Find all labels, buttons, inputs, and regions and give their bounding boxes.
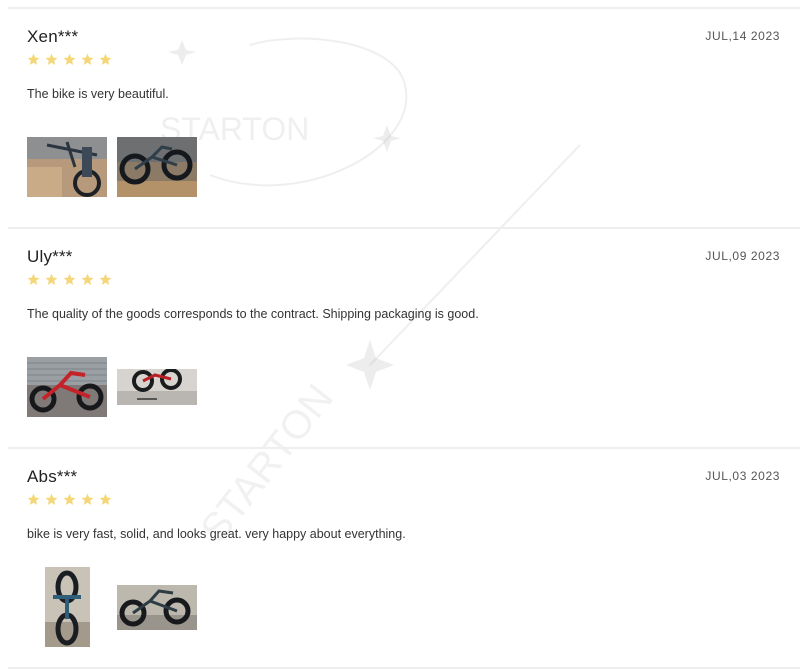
review-photo[interactable] xyxy=(27,137,107,197)
review-date: JUL,03 2023 xyxy=(705,469,780,483)
review-date: JUL,14 2023 xyxy=(705,29,780,43)
review-photos xyxy=(27,449,327,669)
review-photo[interactable] xyxy=(117,369,197,405)
review-photo[interactable] xyxy=(117,585,197,630)
reviews-list: Xen*** JUL,14 2023 The bike is very beau… xyxy=(0,0,800,670)
review-item: Uly*** JUL,09 2023 The quality of the go… xyxy=(8,229,800,449)
review-divider xyxy=(8,667,800,669)
review-item: Abs*** JUL,03 2023 bike is very fast, so… xyxy=(8,449,800,669)
review-photo[interactable] xyxy=(27,357,107,417)
review-photos xyxy=(27,9,327,229)
review-photos xyxy=(27,229,327,449)
review-date: JUL,09 2023 xyxy=(705,249,780,263)
review-item: Xen*** JUL,14 2023 The bike is very beau… xyxy=(8,9,800,229)
review-photo[interactable] xyxy=(45,567,90,647)
review-photo[interactable] xyxy=(117,137,197,197)
